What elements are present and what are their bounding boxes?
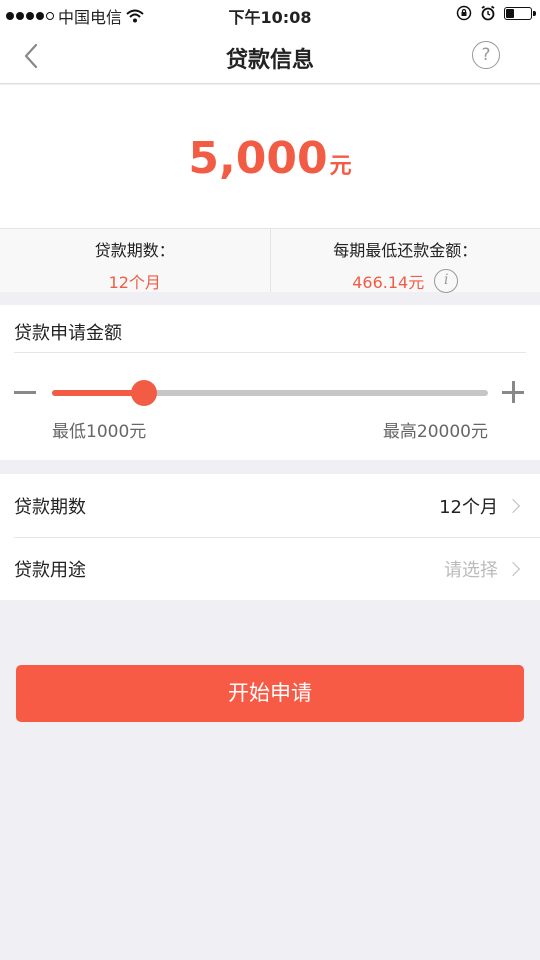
page-title: 贷款信息 xyxy=(225,48,314,73)
amount-slider-track[interactable] xyxy=(52,380,488,406)
term-summary-label: 贷款期数： xyxy=(94,241,175,260)
slider-max-label: 最高20000元 xyxy=(382,422,488,442)
status-right xyxy=(456,5,536,21)
help-icon[interactable]: ? xyxy=(472,41,500,69)
term-option-value: 12个月 xyxy=(439,496,498,518)
loan-amount-section: 5,000元 xyxy=(0,85,540,228)
divider xyxy=(14,352,526,353)
chevron-right-icon xyxy=(505,561,521,577)
amount-slider-thumb[interactable] xyxy=(131,380,157,406)
nav-bar: 贷款信息 ? xyxy=(0,28,540,84)
loan-amount-unit: 元 xyxy=(329,154,352,179)
alarm-icon xyxy=(481,5,495,21)
purpose-option-placeholder: 请选择 xyxy=(444,560,498,581)
purpose-option-label: 贷款用途 xyxy=(14,560,86,581)
status-bar: 中国电信 下午10:08 xyxy=(0,0,540,28)
info-icon[interactable]: i xyxy=(434,269,459,293)
loan-options-list: 贷款期数 12个月 贷款用途 请选择 xyxy=(0,474,540,600)
term-option-row[interactable]: 贷款期数 12个月 xyxy=(0,474,540,537)
minus-icon[interactable] xyxy=(14,391,36,394)
plus-icon[interactable] xyxy=(502,381,524,403)
term-summary-value: 12个月 xyxy=(108,273,161,292)
chevron-right-icon xyxy=(505,498,521,513)
slider-title: 贷款申请金额 xyxy=(14,323,122,344)
purpose-option-row[interactable]: 贷款用途 请选择 xyxy=(14,537,540,600)
loan-summary-row: 贷款期数： 12个月 每期最低还款金额： 466.14元 i xyxy=(0,228,540,293)
start-application-button[interactable]: 开始申请 xyxy=(16,665,524,722)
term-option-label: 贷款期数 xyxy=(14,496,86,518)
slider-min-label: 最低1000元 xyxy=(52,422,147,442)
payment-summary: 每期最低还款金额： 466.14元 i xyxy=(269,229,540,293)
payment-summary-label: 每期最低还款金额： xyxy=(333,241,478,260)
amount-slider-card: 贷款申请金额 最低1000元 最高20000元 xyxy=(0,305,540,460)
loan-amount-value: 5,000 xyxy=(188,133,328,184)
battery-level xyxy=(506,8,514,18)
payment-summary-value: 466.14元 xyxy=(352,273,425,292)
loan-amount-display: 5,000元 xyxy=(0,133,540,184)
term-summary: 贷款期数： 12个月 xyxy=(0,229,270,292)
battery-icon xyxy=(504,6,536,20)
rotation-lock-icon xyxy=(456,5,472,21)
